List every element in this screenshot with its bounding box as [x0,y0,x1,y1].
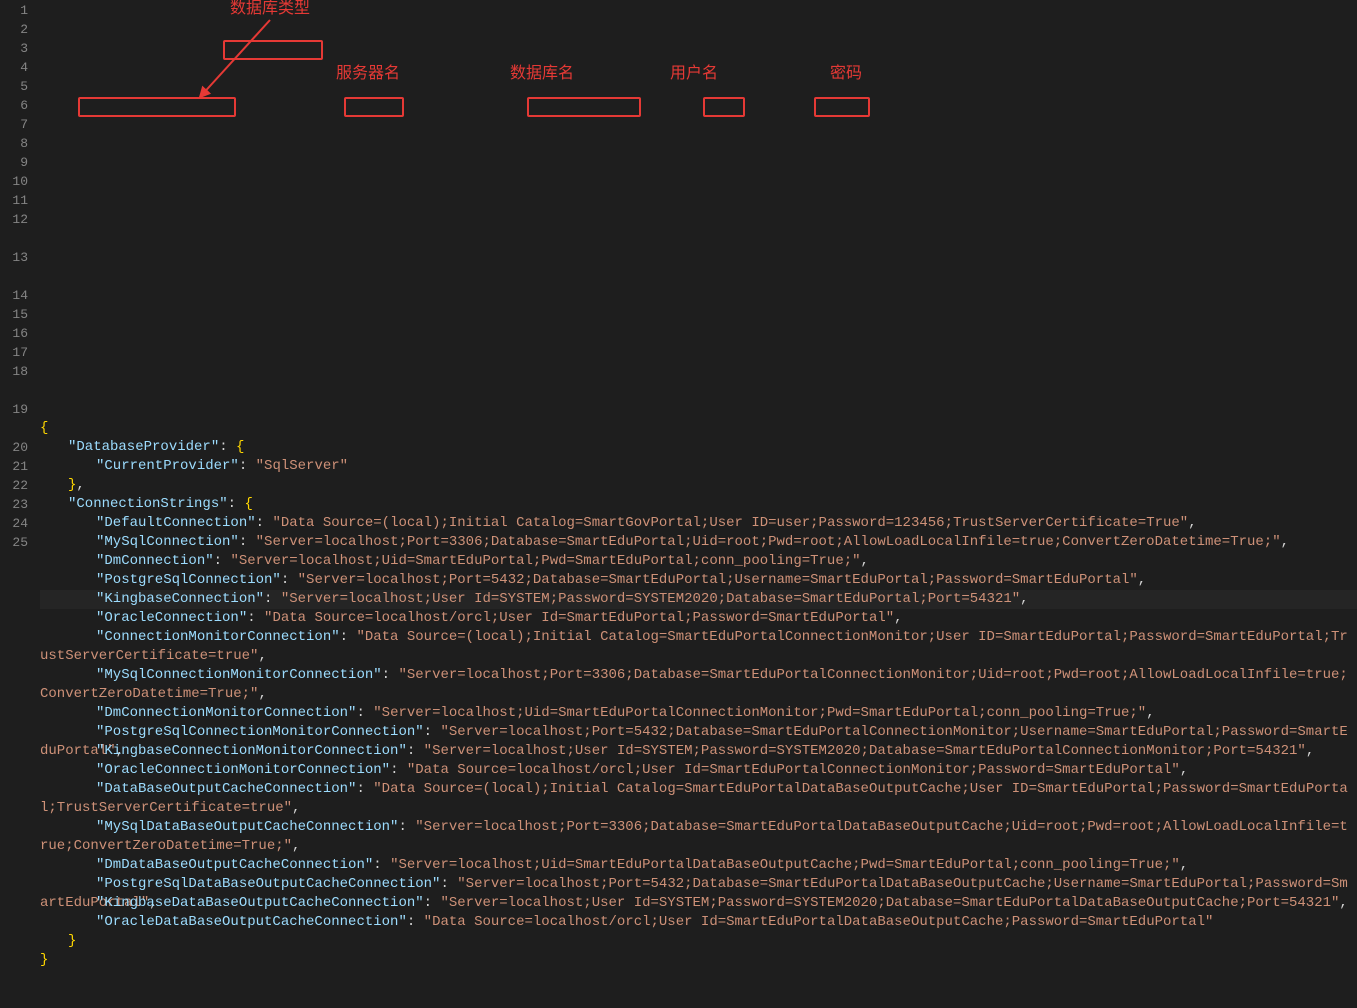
line-number: 15 [0,305,28,324]
line-number: 22 [0,476,28,495]
line-number: 12 [0,210,28,248]
box-user [703,97,745,117]
code-line[interactable]: { [40,419,1357,438]
line-number: 7 [0,115,28,134]
code-line[interactable]: "CurrentProvider": "SqlServer" [40,457,1357,476]
code-line[interactable]: } [40,951,1357,970]
line-number: 18 [0,362,28,400]
code-editor[interactable]: 1234567891011121314151617181920212223242… [0,0,1357,576]
annotation-password: 密码 [830,64,862,83]
line-number: 17 [0,343,28,362]
line-number: 11 [0,191,28,210]
line-gutter: 1234567891011121314151617181920212223242… [0,0,40,576]
code-line[interactable]: "MySqlDataBaseOutputCacheConnection": "S… [40,818,1357,856]
annotation-db-type: 数据库类型 [230,0,310,18]
code-line[interactable]: "DmDataBaseOutputCacheConnection": "Serv… [40,856,1357,875]
code-line[interactable]: "PostgreSqlDataBaseOutputCacheConnection… [40,875,1357,894]
code-area[interactable]: 数据库类型 服务器名 数据库名 用户名 密码 {"DatabaseProvide… [40,0,1357,576]
line-number: 24 [0,514,28,533]
box-sqlserver [223,40,323,60]
line-number: 13 [0,248,28,286]
code-line[interactable]: "OracleConnection": "Data Source=localho… [40,609,1357,628]
annotation-arrow [190,15,310,105]
line-number: 23 [0,495,28,514]
code-line[interactable]: "OracleConnectionMonitorConnection": "Da… [40,761,1357,780]
code-line[interactable]: "DataBaseOutputCacheConnection": "Data S… [40,780,1357,818]
box-default-connection [78,97,236,117]
code-line[interactable]: "ConnectionMonitorConnection": "Data Sou… [40,628,1357,666]
code-line[interactable]: "DmConnectionMonitorConnection": "Server… [40,704,1357,723]
code-line[interactable]: "DefaultConnection": "Data Source=(local… [40,514,1357,533]
annotation-db-name: 数据库名 [510,64,574,83]
code-line[interactable]: "MySqlConnection": "Server=localhost;Por… [40,533,1357,552]
line-number: 8 [0,134,28,153]
box-password [814,97,870,117]
code-line[interactable]: "MySqlConnectionMonitorConnection": "Ser… [40,666,1357,704]
line-number: 10 [0,172,28,191]
box-local [344,97,404,117]
line-number: 2 [0,20,28,39]
line-number: 3 [0,39,28,58]
line-number: 4 [0,58,28,77]
code-line[interactable]: "KingbaseConnection": "Server=localhost;… [40,590,1357,609]
line-number: 25 [0,533,28,552]
code-line[interactable]: } [40,932,1357,951]
line-number: 14 [0,286,28,305]
box-catalog [527,97,641,117]
line-number: 16 [0,324,28,343]
code-line[interactable]: "KingbaseDataBaseOutputCacheConnection":… [40,894,1357,913]
line-number: 6 [0,96,28,115]
code-line[interactable]: "ConnectionStrings": { [40,495,1357,514]
line-number: 1 [0,1,28,20]
code-line[interactable]: "KingbaseConnectionMonitorConnection": "… [40,742,1357,761]
code-line[interactable]: "PostgreSqlConnectionMonitorConnection":… [40,723,1357,742]
annotation-user-name: 用户名 [670,64,718,83]
annotation-server-name: 服务器名 [336,64,400,83]
line-number: 5 [0,77,28,96]
line-number: 20 [0,438,28,457]
line-number: 9 [0,153,28,172]
code-line[interactable]: "DmConnection": "Server=localhost;Uid=Sm… [40,552,1357,571]
code-line[interactable]: }, [40,476,1357,495]
code-line[interactable]: "DatabaseProvider": { [40,438,1357,457]
line-number: 21 [0,457,28,476]
line-number: 19 [0,400,28,438]
code-line[interactable]: "PostgreSqlConnection": "Server=localhos… [40,571,1357,590]
code-line[interactable]: "OracleDataBaseOutputCacheConnection": "… [40,913,1357,932]
